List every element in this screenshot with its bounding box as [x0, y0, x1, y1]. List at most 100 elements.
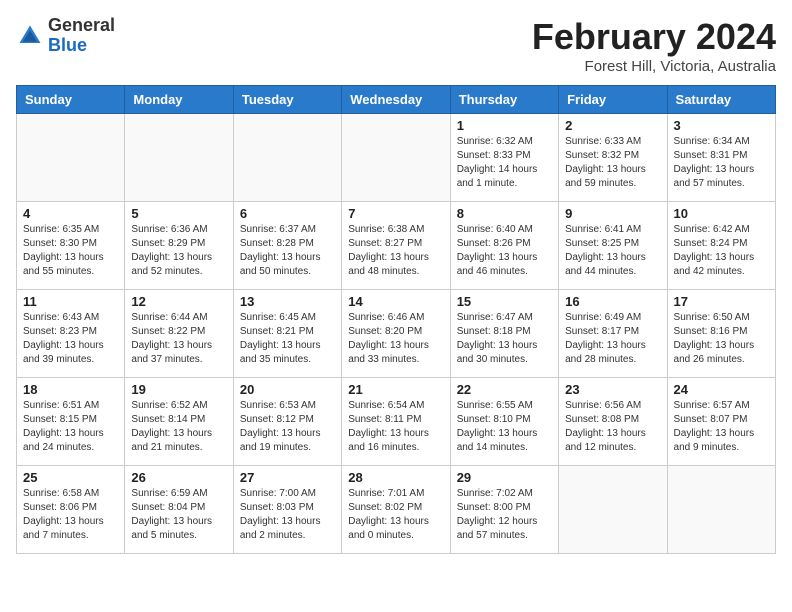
day-number: 12 — [131, 294, 226, 309]
day-info: Sunrise: 6:51 AMSunset: 8:15 PMDaylight:… — [23, 399, 118, 455]
day-info: Sunrise: 6:50 AMSunset: 8:16 PMDaylight:… — [674, 311, 769, 367]
day-info: Sunrise: 6:35 AMSunset: 8:30 PMDaylight:… — [23, 223, 118, 279]
day-number: 26 — [131, 470, 226, 485]
calendar-cell: 21 Sunrise: 6:54 AMSunset: 8:11 PMDayligh… — [342, 378, 450, 466]
day-number: 5 — [131, 206, 226, 221]
day-number: 15 — [457, 294, 552, 309]
weekday-header-tuesday: Tuesday — [233, 86, 341, 114]
calendar-cell: 4 Sunrise: 6:35 AMSunset: 8:30 PMDaylight… — [17, 202, 125, 290]
logo-icon — [16, 22, 44, 50]
day-info: Sunrise: 6:37 AMSunset: 8:28 PMDaylight:… — [240, 223, 335, 279]
calendar-cell: 1 Sunrise: 6:32 AMSunset: 8:33 PMDaylight… — [450, 114, 558, 202]
day-info: Sunrise: 6:45 AMSunset: 8:21 PMDaylight:… — [240, 311, 335, 367]
day-info: Sunrise: 6:34 AMSunset: 8:31 PMDaylight:… — [674, 135, 769, 191]
day-number: 25 — [23, 470, 118, 485]
day-info: Sunrise: 6:59 AMSunset: 8:04 PMDaylight:… — [131, 487, 226, 543]
weekday-header-thursday: Thursday — [450, 86, 558, 114]
day-info: Sunrise: 6:32 AMSunset: 8:33 PMDaylight:… — [457, 135, 552, 191]
day-number: 11 — [23, 294, 118, 309]
day-info: Sunrise: 6:36 AMSunset: 8:29 PMDaylight:… — [131, 223, 226, 279]
day-info: Sunrise: 6:38 AMSunset: 8:27 PMDaylight:… — [348, 223, 443, 279]
day-number: 4 — [23, 206, 118, 221]
calendar-cell: 12 Sunrise: 6:44 AMSunset: 8:22 PMDayligh… — [125, 290, 233, 378]
day-info: Sunrise: 6:58 AMSunset: 8:06 PMDaylight:… — [23, 487, 118, 543]
calendar: SundayMondayTuesdayWednesdayThursdayFrid… — [16, 85, 776, 554]
day-number: 22 — [457, 382, 552, 397]
day-number: 21 — [348, 382, 443, 397]
calendar-cell: 6 Sunrise: 6:37 AMSunset: 8:28 PMDaylight… — [233, 202, 341, 290]
day-info: Sunrise: 6:57 AMSunset: 8:07 PMDaylight:… — [674, 399, 769, 455]
day-number: 19 — [131, 382, 226, 397]
day-info: Sunrise: 6:54 AMSunset: 8:11 PMDaylight:… — [348, 399, 443, 455]
day-info: Sunrise: 6:55 AMSunset: 8:10 PMDaylight:… — [457, 399, 552, 455]
day-number: 16 — [565, 294, 660, 309]
weekday-header-monday: Monday — [125, 86, 233, 114]
calendar-cell: 13 Sunrise: 6:45 AMSunset: 8:21 PMDayligh… — [233, 290, 341, 378]
calendar-cell: 18 Sunrise: 6:51 AMSunset: 8:15 PMDayligh… — [17, 378, 125, 466]
calendar-cell: 23 Sunrise: 6:56 AMSunset: 8:08 PMDayligh… — [559, 378, 667, 466]
day-info: Sunrise: 6:46 AMSunset: 8:20 PMDaylight:… — [348, 311, 443, 367]
day-number: 7 — [348, 206, 443, 221]
calendar-cell: 26 Sunrise: 6:59 AMSunset: 8:04 PMDayligh… — [125, 466, 233, 554]
calendar-cell — [125, 114, 233, 202]
day-info: Sunrise: 6:43 AMSunset: 8:23 PMDaylight:… — [23, 311, 118, 367]
calendar-cell: 22 Sunrise: 6:55 AMSunset: 8:10 PMDayligh… — [450, 378, 558, 466]
logo: General Blue — [16, 16, 115, 56]
day-number: 1 — [457, 118, 552, 133]
day-info: Sunrise: 6:53 AMSunset: 8:12 PMDaylight:… — [240, 399, 335, 455]
calendar-cell: 2Sunrise: 6:33 AMSunset: 8:32 PMDaylight… — [559, 114, 667, 202]
calendar-cell: 28Sunrise: 7:01 AMSunset: 8:02 PMDayligh… — [342, 466, 450, 554]
day-info: Sunrise: 7:00 AMSunset: 8:03 PMDaylight:… — [240, 487, 335, 543]
day-number: 3 — [674, 118, 769, 133]
weekday-header-wednesday: Wednesday — [342, 86, 450, 114]
day-info: Sunrise: 7:02 AMSunset: 8:00 PMDaylight:… — [457, 487, 552, 543]
day-number: 18 — [23, 382, 118, 397]
day-number: 24 — [674, 382, 769, 397]
day-number: 13 — [240, 294, 335, 309]
calendar-cell: 10Sunrise: 6:42 AMSunset: 8:24 PMDayligh… — [667, 202, 775, 290]
logo-text: General Blue — [48, 16, 115, 56]
day-info: Sunrise: 6:41 AMSunset: 8:25 PMDaylight:… — [565, 223, 660, 279]
week-row-4: 18 Sunrise: 6:51 AMSunset: 8:15 PMDayligh… — [17, 378, 776, 466]
calendar-cell: 3 Sunrise: 6:34 AMSunset: 8:31 PMDaylight… — [667, 114, 775, 202]
day-info: Sunrise: 6:49 AMSunset: 8:17 PMDaylight:… — [565, 311, 660, 367]
calendar-cell: 19 Sunrise: 6:52 AMSunset: 8:14 PMDayligh… — [125, 378, 233, 466]
month-title: February 2024 — [532, 16, 776, 58]
calendar-cell — [233, 114, 341, 202]
day-number: 20 — [240, 382, 335, 397]
calendar-cell: 7 Sunrise: 6:38 AMSunset: 8:27 PMDaylight… — [342, 202, 450, 290]
day-number: 6 — [240, 206, 335, 221]
calendar-cell: 11 Sunrise: 6:43 AMSunset: 8:23 PMDayligh… — [17, 290, 125, 378]
day-info: Sunrise: 6:56 AMSunset: 8:08 PMDaylight:… — [565, 399, 660, 455]
calendar-cell: 27 Sunrise: 7:00 AMSunset: 8:03 PMDayligh… — [233, 466, 341, 554]
location-title: Forest Hill, Victoria, Australia — [532, 58, 776, 75]
calendar-cell — [667, 466, 775, 554]
calendar-cell: 8Sunrise: 6:40 AMSunset: 8:26 PMDaylight… — [450, 202, 558, 290]
day-number: 23 — [565, 382, 660, 397]
week-row-2: 4 Sunrise: 6:35 AMSunset: 8:30 PMDaylight… — [17, 202, 776, 290]
week-row-1: 1 Sunrise: 6:32 AMSunset: 8:33 PMDaylight… — [17, 114, 776, 202]
calendar-cell: 25 Sunrise: 6:58 AMSunset: 8:06 PMDayligh… — [17, 466, 125, 554]
header: General Blue February 2024 Forest Hill, … — [16, 16, 776, 75]
calendar-cell: 20 Sunrise: 6:53 AMSunset: 8:12 PMDayligh… — [233, 378, 341, 466]
day-info: Sunrise: 6:42 AMSunset: 8:24 PMDaylight:… — [674, 223, 769, 279]
calendar-cell: 5 Sunrise: 6:36 AMSunset: 8:29 PMDaylight… — [125, 202, 233, 290]
calendar-cell: 14 Sunrise: 6:46 AMSunset: 8:20 PMDayligh… — [342, 290, 450, 378]
day-number: 17 — [674, 294, 769, 309]
weekday-header-friday: Friday — [559, 86, 667, 114]
weekday-header-sunday: Sunday — [17, 86, 125, 114]
week-row-5: 25 Sunrise: 6:58 AMSunset: 8:06 PMDayligh… — [17, 466, 776, 554]
day-number: 29 — [457, 470, 552, 485]
calendar-cell: 15Sunrise: 6:47 AMSunset: 8:18 PMDayligh… — [450, 290, 558, 378]
calendar-cell — [342, 114, 450, 202]
calendar-cell: 16 Sunrise: 6:49 AMSunset: 8:17 PMDayligh… — [559, 290, 667, 378]
day-info: Sunrise: 6:52 AMSunset: 8:14 PMDaylight:… — [131, 399, 226, 455]
day-number: 9 — [565, 206, 660, 221]
day-info: Sunrise: 6:44 AMSunset: 8:22 PMDaylight:… — [131, 311, 226, 367]
day-number: 2 — [565, 118, 660, 133]
day-number: 14 — [348, 294, 443, 309]
day-number: 27 — [240, 470, 335, 485]
calendar-cell — [17, 114, 125, 202]
calendar-cell: 17 Sunrise: 6:50 AMSunset: 8:16 PMDayligh… — [667, 290, 775, 378]
calendar-cell: 9 Sunrise: 6:41 AMSunset: 8:25 PMDaylight… — [559, 202, 667, 290]
